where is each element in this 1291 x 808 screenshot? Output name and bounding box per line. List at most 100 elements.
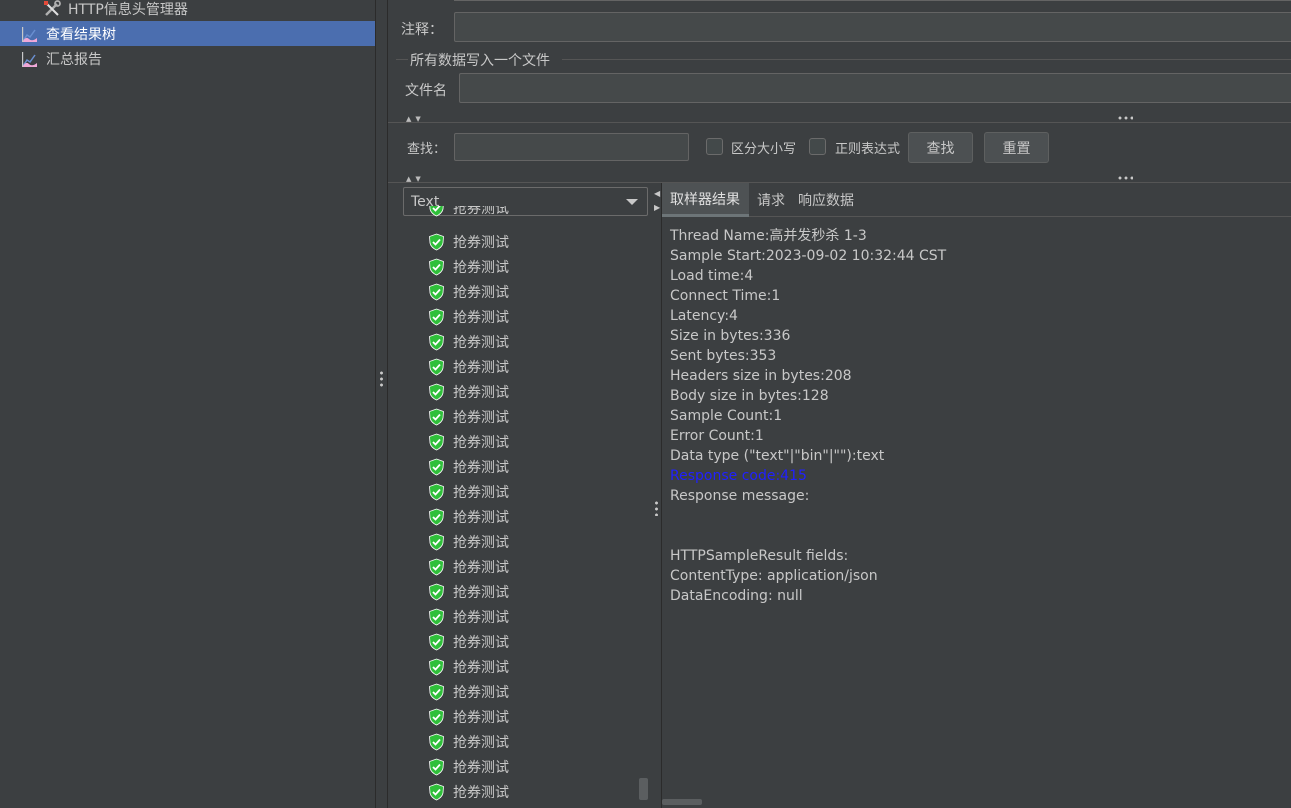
success-shield-icon bbox=[428, 658, 445, 676]
case-sensitive-checkbox[interactable] bbox=[706, 138, 723, 155]
list-item-label: 抢券测试 bbox=[453, 734, 509, 751]
list-item-label: 抢券测试 bbox=[453, 609, 509, 626]
success-shield-icon bbox=[428, 483, 445, 501]
result-line: Response message: bbox=[670, 488, 810, 504]
horizontal-scrollbar[interactable] bbox=[662, 799, 702, 805]
list-item[interactable]: 抢券测试 bbox=[428, 429, 509, 454]
success-shield-icon bbox=[428, 558, 445, 576]
test-plan-tree: HTTP信息头管理器 查看结果树 汇总报告 bbox=[0, 0, 375, 808]
result-line: Connect Time:1 bbox=[670, 288, 781, 304]
success-shield-icon bbox=[428, 583, 445, 601]
tree-item-http-header-manager[interactable]: HTTP信息头管理器 bbox=[0, 0, 375, 21]
comment-label: 注释： bbox=[401, 22, 443, 38]
success-shield-icon bbox=[428, 633, 445, 651]
search-input[interactable] bbox=[454, 133, 689, 161]
tab-sampler-result[interactable]: 取样器结果 bbox=[662, 183, 749, 217]
list-item[interactable]: 抢券测试 bbox=[428, 529, 509, 554]
list-item-label: 抢券测试 bbox=[453, 709, 509, 726]
list-item[interactable]: 抢券测试 bbox=[428, 206, 509, 220]
success-shield-icon bbox=[428, 283, 445, 301]
sampler-result-text: Thread Name:高并发秒杀 1-3 Sample Start:2023-0… bbox=[670, 226, 946, 606]
result-line bbox=[670, 506, 946, 526]
tree-item-label: 查看结果树 bbox=[46, 26, 116, 43]
list-item-label: 抢券测试 bbox=[453, 259, 509, 276]
tree-item-label: HTTP信息头管理器 bbox=[68, 1, 188, 18]
success-shield-icon bbox=[428, 683, 445, 701]
success-shield-icon bbox=[428, 408, 445, 426]
result-line: Body size in bytes:128 bbox=[670, 388, 829, 404]
list-item-label: 抢券测试 bbox=[453, 206, 509, 217]
list-item-label: 抢券测试 bbox=[453, 684, 509, 701]
divider bbox=[454, 0, 1291, 1]
response-code-line: Response code:415 bbox=[670, 468, 807, 484]
results-split-divider[interactable]: ▲▼ bbox=[388, 173, 1291, 183]
main-split-divider[interactable] bbox=[375, 0, 388, 808]
list-item[interactable]: 抢券测试 bbox=[428, 579, 509, 604]
list-item[interactable]: 抢券测试 bbox=[428, 229, 509, 254]
list-item[interactable]: 抢券测试 bbox=[428, 254, 509, 279]
tree-item-view-results-tree[interactable]: 查看结果树 bbox=[0, 21, 375, 46]
filename-label: 文件名 bbox=[405, 83, 447, 99]
drag-handle-icon bbox=[1117, 176, 1133, 180]
list-item[interactable]: 抢券测试 bbox=[428, 654, 509, 679]
list-item[interactable]: 抢券测试 bbox=[428, 329, 509, 354]
tab-response-data[interactable]: 响应数据 bbox=[790, 183, 862, 217]
filename-field[interactable] bbox=[459, 73, 1291, 103]
list-item[interactable]: 抢券测试 bbox=[428, 779, 509, 804]
result-line: Sent bytes:353 bbox=[670, 348, 777, 364]
result-line: HTTPSampleResult fields: bbox=[670, 548, 849, 564]
list-item[interactable]: 抢券测试 bbox=[428, 704, 509, 729]
list-item-label: 抢券测试 bbox=[453, 784, 509, 801]
search-split-divider[interactable]: ▲▼ bbox=[388, 113, 1291, 123]
list-item[interactable]: 抢券测试 bbox=[428, 604, 509, 629]
success-shield-icon bbox=[428, 383, 445, 401]
list-item-label: 抢券测试 bbox=[453, 284, 509, 301]
regex-checkbox[interactable] bbox=[809, 138, 826, 155]
list-item[interactable]: 抢券测试 bbox=[428, 354, 509, 379]
success-shield-icon bbox=[428, 783, 445, 801]
list-item-label: 抢券测试 bbox=[453, 759, 509, 776]
chevron-down-icon bbox=[626, 199, 638, 205]
tree-item-summary-report[interactable]: 汇总报告 bbox=[0, 46, 375, 71]
success-shield-icon bbox=[428, 508, 445, 526]
success-shield-icon bbox=[428, 206, 445, 217]
list-scrollbar[interactable] bbox=[639, 778, 648, 800]
find-button[interactable]: 查找 bbox=[908, 132, 973, 163]
list-item-label: 抢券测试 bbox=[453, 409, 509, 426]
list-item-label: 抢券测试 bbox=[453, 634, 509, 651]
list-item[interactable]: 抢券测试 bbox=[428, 404, 509, 429]
list-item-label: 抢券测试 bbox=[453, 359, 509, 376]
list-item-label: 抢券测试 bbox=[453, 384, 509, 401]
collapse-arrows-icon: ◀ ▶ bbox=[654, 189, 661, 212]
details-split-divider[interactable]: ◀ ▶ bbox=[652, 183, 662, 808]
list-item-label: 抢券测试 bbox=[453, 334, 509, 351]
success-shield-icon bbox=[428, 433, 445, 451]
list-item[interactable]: 抢券测试 bbox=[428, 679, 509, 704]
result-line: Sample Start:2023-09-02 10:32:44 CST bbox=[670, 248, 947, 264]
success-shield-icon bbox=[428, 358, 445, 376]
list-item[interactable]: 抢券测试 bbox=[428, 629, 509, 654]
case-sensitive-label: 区分大小写 bbox=[731, 142, 797, 157]
list-item-label: 抢券测试 bbox=[453, 434, 509, 451]
list-item[interactable]: 抢券测试 bbox=[428, 379, 509, 404]
success-shield-icon bbox=[428, 733, 445, 751]
sampler-details-pane: 取样器结果 请求 响应数据 Thread Name:高并发秒杀 1-3 Sampl… bbox=[662, 183, 1291, 808]
search-label: 查找： bbox=[407, 142, 447, 157]
list-item[interactable]: 抢券测试 bbox=[428, 729, 509, 754]
list-item[interactable]: 抢券测试 bbox=[428, 504, 509, 529]
list-item[interactable]: 抢券测试 bbox=[428, 554, 509, 579]
list-item[interactable]: 抢券测试 bbox=[428, 304, 509, 329]
list-item-label: 抢券测试 bbox=[453, 534, 509, 551]
comment-field[interactable] bbox=[454, 12, 1291, 42]
results-list-pane: Text 抢券测试 抢券测试 抢券测试 抢券测试 抢券测试 抢券测试 抢券测试 抢券测试 抢券测… bbox=[388, 183, 652, 808]
list-item[interactable]: 抢券测试 bbox=[428, 479, 509, 504]
list-item[interactable]: 抢券测试 bbox=[428, 454, 509, 479]
list-item-label: 抢券测试 bbox=[453, 509, 509, 526]
list-item[interactable]: 抢券测试 bbox=[428, 754, 509, 779]
list-item[interactable]: 抢券测试 bbox=[428, 279, 509, 304]
result-line: ContentType: application/json bbox=[670, 568, 878, 584]
file-group-title: 所有数据写入一个文件 bbox=[410, 53, 550, 69]
result-line: Thread Name:高并发秒杀 1-3 bbox=[670, 228, 867, 244]
reset-button[interactable]: 重置 bbox=[984, 132, 1049, 163]
tab-request[interactable]: 请求 bbox=[749, 183, 793, 217]
